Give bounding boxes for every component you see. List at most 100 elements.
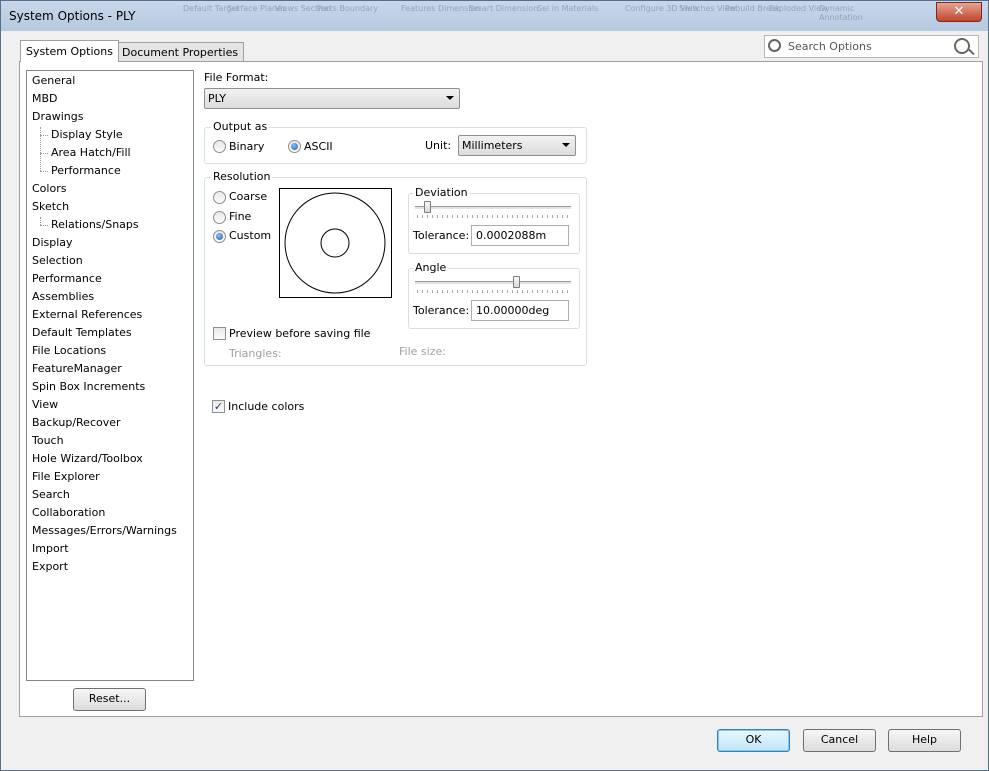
- tree-item-spin-box-increments[interactable]: Spin Box Increments: [32, 379, 145, 395]
- tree-item-selection[interactable]: Selection: [32, 253, 83, 269]
- preview-checkbox[interactable]: [213, 327, 226, 340]
- deviation-slider-track[interactable]: [415, 206, 571, 210]
- tree-item-touch[interactable]: Touch: [32, 433, 64, 449]
- close-button[interactable]: ✕: [936, 2, 982, 22]
- tree-item-performance[interactable]: Performance: [32, 271, 102, 287]
- custom-label[interactable]: Custom: [229, 229, 271, 242]
- tree-item-external-references[interactable]: External References: [32, 307, 142, 323]
- tree-item-featuremanager[interactable]: FeatureManager: [32, 361, 122, 377]
- tree-connector: [40, 225, 48, 226]
- tree-connector: [40, 135, 48, 136]
- triangles-label: Triangles:: [229, 347, 282, 360]
- title-bar[interactable]: System Options - PLY Default Target Surf…: [1, 1, 988, 31]
- tree-item-default-templates[interactable]: Default Templates: [32, 325, 132, 341]
- deviation-tolerance-value: 0.0002088m: [476, 229, 547, 242]
- tree-item-drawings-performance[interactable]: Performance: [51, 163, 121, 179]
- output-as-title: Output as: [211, 120, 270, 133]
- output-as-group: Output as Binary ASCII Unit: Millimeters: [204, 120, 587, 164]
- search-icon-handle: [968, 48, 975, 56]
- tree-item-assemblies[interactable]: Assemblies: [32, 289, 94, 305]
- tab-system-options[interactable]: System Options: [20, 40, 119, 62]
- close-icon: ✕: [953, 4, 965, 19]
- custom-radio[interactable]: [213, 230, 226, 243]
- tree-item-import[interactable]: Import: [32, 541, 69, 557]
- tree-connector: [40, 171, 48, 172]
- angle-title: Angle: [413, 261, 449, 274]
- file-format-value: PLY: [208, 92, 227, 105]
- coarse-radio[interactable]: [213, 191, 226, 204]
- preview-label[interactable]: Preview before saving file: [229, 327, 370, 340]
- file-format-label: File Format:: [204, 71, 269, 84]
- tree-item-mbd[interactable]: MBD: [32, 91, 58, 107]
- options-tree: General MBD Drawings Display Style Area …: [26, 70, 194, 681]
- help-button[interactable]: Help: [888, 729, 961, 752]
- deviation-slider-thumb[interactable]: [423, 201, 431, 213]
- chevron-down-icon: [562, 143, 570, 147]
- ghost-label: Sel in Materials: [537, 4, 599, 13]
- angle-slider-track[interactable]: [415, 281, 571, 285]
- ghost-label: Dynamic Annotation: [819, 4, 863, 22]
- tree-item-export[interactable]: Export: [32, 559, 68, 575]
- tree-item-general[interactable]: General: [32, 73, 75, 89]
- cancel-button[interactable]: Cancel: [803, 729, 876, 752]
- angle-tolerance-input[interactable]: 10.00000deg: [471, 300, 569, 321]
- coarse-label[interactable]: Coarse: [229, 190, 267, 203]
- deviation-slider-ticks: [417, 215, 571, 218]
- deviation-title: Deviation: [413, 186, 470, 199]
- ok-button[interactable]: OK: [717, 729, 790, 752]
- ascii-label[interactable]: ASCII: [304, 140, 333, 153]
- deviation-tolerance-label: Tolerance:: [413, 229, 470, 242]
- tree-item-file-explorer[interactable]: File Explorer: [32, 469, 100, 485]
- include-colors-checkbox[interactable]: ✓: [212, 400, 225, 413]
- tree-connector: [40, 127, 41, 171]
- angle-tolerance-label: Tolerance:: [413, 304, 470, 317]
- file-format-select[interactable]: PLY: [204, 88, 460, 109]
- chevron-down-icon: [446, 96, 454, 100]
- search-options-box[interactable]: Search Options: [764, 35, 979, 58]
- tree-item-area-hatch-fill[interactable]: Area Hatch/Fill: [51, 145, 131, 161]
- angle-group: Angle Tolerance: 10.00000deg: [408, 261, 580, 329]
- background-toolbar-ghost: Default Target Surface Planes Views Sect…: [179, 1, 889, 31]
- tab-document-properties[interactable]: Document Properties: [116, 42, 245, 62]
- tree-item-sketch[interactable]: Sketch: [32, 199, 69, 215]
- tree-item-display-style[interactable]: Display Style: [51, 127, 123, 143]
- ghost-label: Smart Dimension: [469, 4, 539, 13]
- binary-radio[interactable]: [213, 140, 226, 153]
- unit-value: Millimeters: [462, 139, 523, 152]
- angle-slider-ticks: [417, 290, 571, 293]
- gear-icon[interactable]: [768, 39, 781, 52]
- tree-item-search[interactable]: Search: [32, 487, 70, 503]
- tree-item-messages-errors-warnings[interactable]: Messages/Errors/Warnings: [32, 523, 177, 539]
- tree-item-backup-recover[interactable]: Backup/Recover: [32, 415, 121, 431]
- fine-radio[interactable]: [213, 211, 226, 224]
- unit-label: Unit:: [425, 139, 452, 152]
- system-options-dialog: System Options - PLY Default Target Surf…: [0, 0, 989, 771]
- deviation-group: Deviation Tolerance: 0.0002088m: [408, 186, 580, 254]
- fine-label[interactable]: Fine: [229, 210, 251, 223]
- file-size-label: File size:: [399, 345, 446, 358]
- tree-item-display[interactable]: Display: [32, 235, 73, 251]
- tree-item-collaboration[interactable]: Collaboration: [32, 505, 105, 521]
- search-icon[interactable]: [954, 38, 970, 54]
- tree-item-hole-wizard-toolbox[interactable]: Hole Wizard/Toolbox: [32, 451, 143, 467]
- resolution-title: Resolution: [211, 170, 273, 183]
- deviation-tolerance-input[interactable]: 0.0002088m: [471, 225, 569, 246]
- tree-connector: [40, 153, 48, 154]
- ghost-label: Parts Boundary: [317, 4, 379, 13]
- ascii-radio[interactable]: [288, 140, 301, 153]
- search-input[interactable]: Search Options: [788, 40, 872, 53]
- tree-connector: [40, 217, 41, 225]
- tree-item-colors[interactable]: Colors: [32, 181, 66, 197]
- tree-item-file-locations[interactable]: File Locations: [32, 343, 106, 359]
- unit-select[interactable]: Millimeters: [458, 135, 576, 156]
- tree-item-view[interactable]: View: [32, 397, 58, 413]
- angle-slider-thumb[interactable]: [513, 276, 521, 288]
- tree-item-relations-snaps[interactable]: Relations/Snaps: [51, 217, 139, 233]
- resolution-group: Resolution Coarse Fine Custom Deviation …: [204, 170, 587, 366]
- resolution-preview: [279, 188, 392, 298]
- include-colors-label[interactable]: Include colors: [228, 400, 304, 413]
- reset-button[interactable]: Reset...: [73, 688, 146, 711]
- tree-item-drawings[interactable]: Drawings: [32, 109, 83, 125]
- binary-label[interactable]: Binary: [229, 140, 264, 153]
- angle-tolerance-value: 10.00000deg: [476, 304, 550, 317]
